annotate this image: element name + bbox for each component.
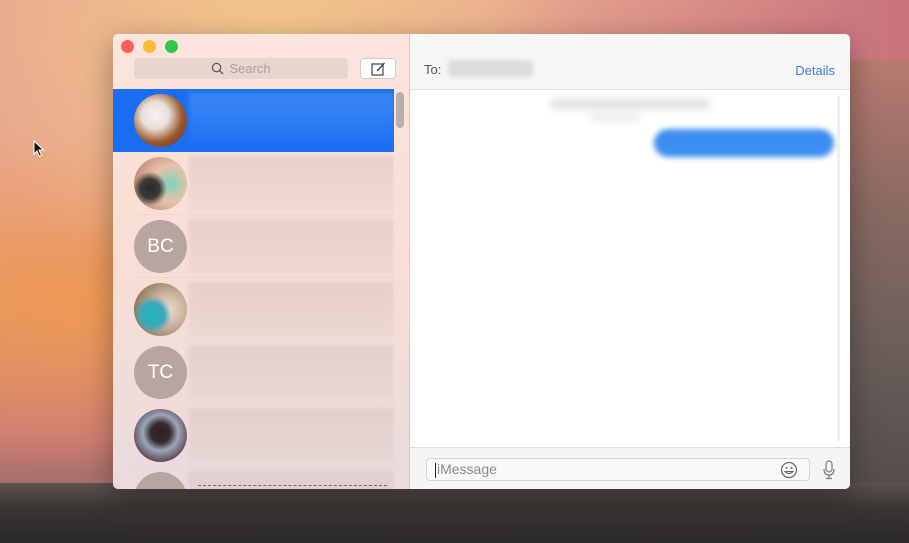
message-placeholder: iMessage (437, 461, 497, 477)
conversation-item[interactable] (113, 89, 394, 152)
conversation-preview-redacted (189, 219, 394, 274)
microphone-icon[interactable] (822, 460, 836, 480)
conversation-preview-redacted (189, 93, 394, 148)
desktop-wallpaper-trees (0, 483, 909, 543)
avatar-initials: BC (134, 220, 187, 273)
conversation-item[interactable]: BC (113, 215, 394, 278)
close-button[interactable] (121, 40, 134, 53)
text-caret (435, 462, 436, 478)
mouse-cursor-icon (33, 140, 45, 158)
conversation-item[interactable] (113, 152, 394, 215)
conversation-list-scrollbar[interactable] (396, 92, 404, 128)
conversation-item[interactable] (113, 278, 394, 341)
conversation-preview-redacted (189, 282, 394, 337)
conversation-pane: To: Details iMessage (410, 34, 850, 489)
message-composer: iMessage (410, 447, 850, 489)
compose-button[interactable] (360, 58, 396, 79)
sent-message-bubble-redacted[interactable] (654, 129, 834, 157)
to-label: To: (424, 62, 442, 77)
minimize-button[interactable] (143, 40, 156, 53)
conversation-list: BC TC (113, 89, 394, 489)
search-placeholder: Search (229, 61, 271, 76)
conversation-preview-redacted (189, 408, 394, 463)
conversation-preview-redacted (189, 345, 394, 400)
timestamp-redacted (590, 113, 640, 121)
conversation-item[interactable] (113, 404, 394, 467)
emoji-icon[interactable] (780, 461, 798, 479)
avatar (134, 409, 187, 462)
avatar (134, 472, 187, 489)
timestamp-redacted (550, 99, 710, 109)
avatar-initials: TC (134, 346, 187, 399)
avatar (134, 157, 187, 210)
conversation-preview-redacted (189, 156, 394, 211)
search-icon (212, 62, 224, 75)
conversation-header: To: Details (410, 34, 850, 90)
search-field[interactable]: Search (134, 58, 348, 79)
window-controls (121, 40, 178, 53)
message-input[interactable]: iMessage (426, 458, 810, 481)
horizontal-scroll-indicator (198, 485, 387, 487)
avatar (134, 283, 187, 336)
messages-window: Search BC TC To: Details iMessage (113, 34, 850, 489)
conversation-item[interactable]: TC (113, 341, 394, 404)
conversation-sidebar: Search BC TC (113, 34, 410, 489)
maximize-button[interactable] (165, 40, 178, 53)
details-button[interactable]: Details (795, 63, 835, 78)
recipient-redacted[interactable] (448, 60, 533, 77)
message-transcript (410, 91, 838, 447)
transcript-scroll-track[interactable] (837, 96, 840, 441)
compose-icon (370, 62, 385, 76)
avatar (134, 94, 187, 147)
